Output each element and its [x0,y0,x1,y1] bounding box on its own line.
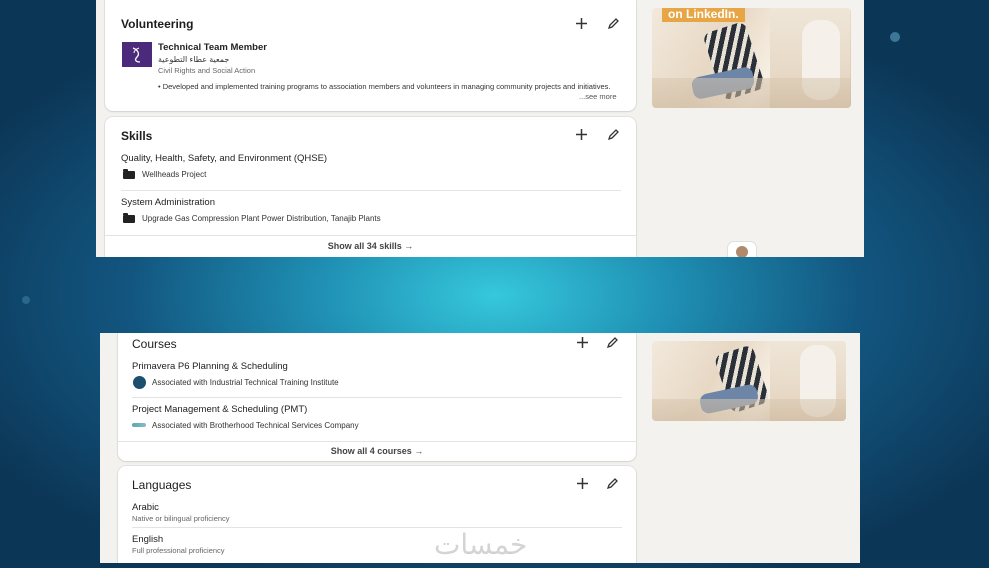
skill-project: Upgrade Gas Compression Plant Power Dist… [142,214,381,223]
messaging-tab[interactable] [728,242,756,257]
background-dot [22,296,30,304]
pencil-icon [606,477,618,489]
organization-logo[interactable] [122,42,152,67]
language-name: Arabic [132,502,159,513]
languages-title: Languages [132,478,192,492]
volunteering-card: Volunteering Technical Team Member جمعية… [105,0,636,111]
volunteer-role: Technical Team Member [158,42,267,53]
courses-title: Courses [132,337,177,351]
institute-logo-icon [133,376,146,389]
edit-courses-button[interactable] [603,333,621,351]
ad-image-floor [652,78,851,108]
ad-image[interactable]: on LinkedIn. [652,8,851,108]
add-skill-button[interactable] [572,125,590,143]
ad-image[interactable] [652,341,846,421]
skill-project: Wellheads Project [142,170,207,179]
divider [132,397,622,398]
divider [105,235,636,236]
edit-volunteering-button[interactable] [604,14,622,32]
add-language-button[interactable] [573,474,591,492]
plus-icon [576,477,588,489]
course-name[interactable]: Project Management & Scheduling (PMT) [132,404,307,415]
divider [132,527,622,528]
add-course-button[interactable] [573,333,591,351]
folder-icon [123,169,135,179]
see-more-link[interactable]: ...see more [577,92,617,101]
volunteer-description: • Developed and implemented training pro… [158,82,611,91]
folder-icon [123,213,135,223]
volunteer-organization: جمعية عطاء التطوعية [158,55,230,64]
charity-logo-icon [132,46,141,63]
course-name[interactable]: Primavera P6 Planning & Scheduling [132,361,288,372]
divider [121,190,621,191]
plus-icon [575,17,587,29]
company-logo-icon [132,423,146,427]
avatar [736,246,748,257]
volunteer-cause: Civil Rights and Social Action [158,66,256,75]
languages-card: Languages Arabic Native or bilingual pro… [118,466,636,563]
add-volunteering-button[interactable] [572,14,590,32]
skills-title: Skills [121,129,153,143]
skills-card: Skills Quality, Health, Safety, and Envi… [105,117,636,257]
course-association: Associated with Brotherhood Technical Se… [152,421,359,430]
language-name: English [132,534,164,545]
background-dot [890,32,900,42]
divider [118,441,636,442]
course-association: Associated with Industrial Technical Tra… [152,378,339,387]
top-screenshot-panel: Volunteering Technical Team Member جمعية… [96,0,864,257]
bottom-screenshot-panel: Courses Primavera P6 Planning & Scheduli… [100,333,860,563]
show-all-skills-link[interactable]: Show all 34 skills → [105,241,636,251]
plus-icon [575,128,587,140]
show-all-courses-link[interactable]: Show all 4 courses → [118,446,636,456]
language-proficiency: Full professional proficiency [132,546,225,555]
language-proficiency: Native or bilingual proficiency [132,514,230,523]
edit-languages-button[interactable] [603,474,621,492]
pencil-icon [607,128,619,140]
edit-skills-button[interactable] [604,125,622,143]
skill-name[interactable]: System Administration [121,197,215,208]
volunteering-title: Volunteering [121,17,194,31]
ad-headline: on LinkedIn. [662,8,745,22]
watermark: خمسات [434,528,528,561]
courses-card: Courses Primavera P6 Planning & Scheduli… [118,333,636,461]
pencil-icon [606,336,618,348]
ad-image-floor [652,399,846,421]
plus-icon [576,336,588,348]
pencil-icon [607,17,619,29]
skill-name[interactable]: Quality, Health, Safety, and Environment… [121,153,327,164]
